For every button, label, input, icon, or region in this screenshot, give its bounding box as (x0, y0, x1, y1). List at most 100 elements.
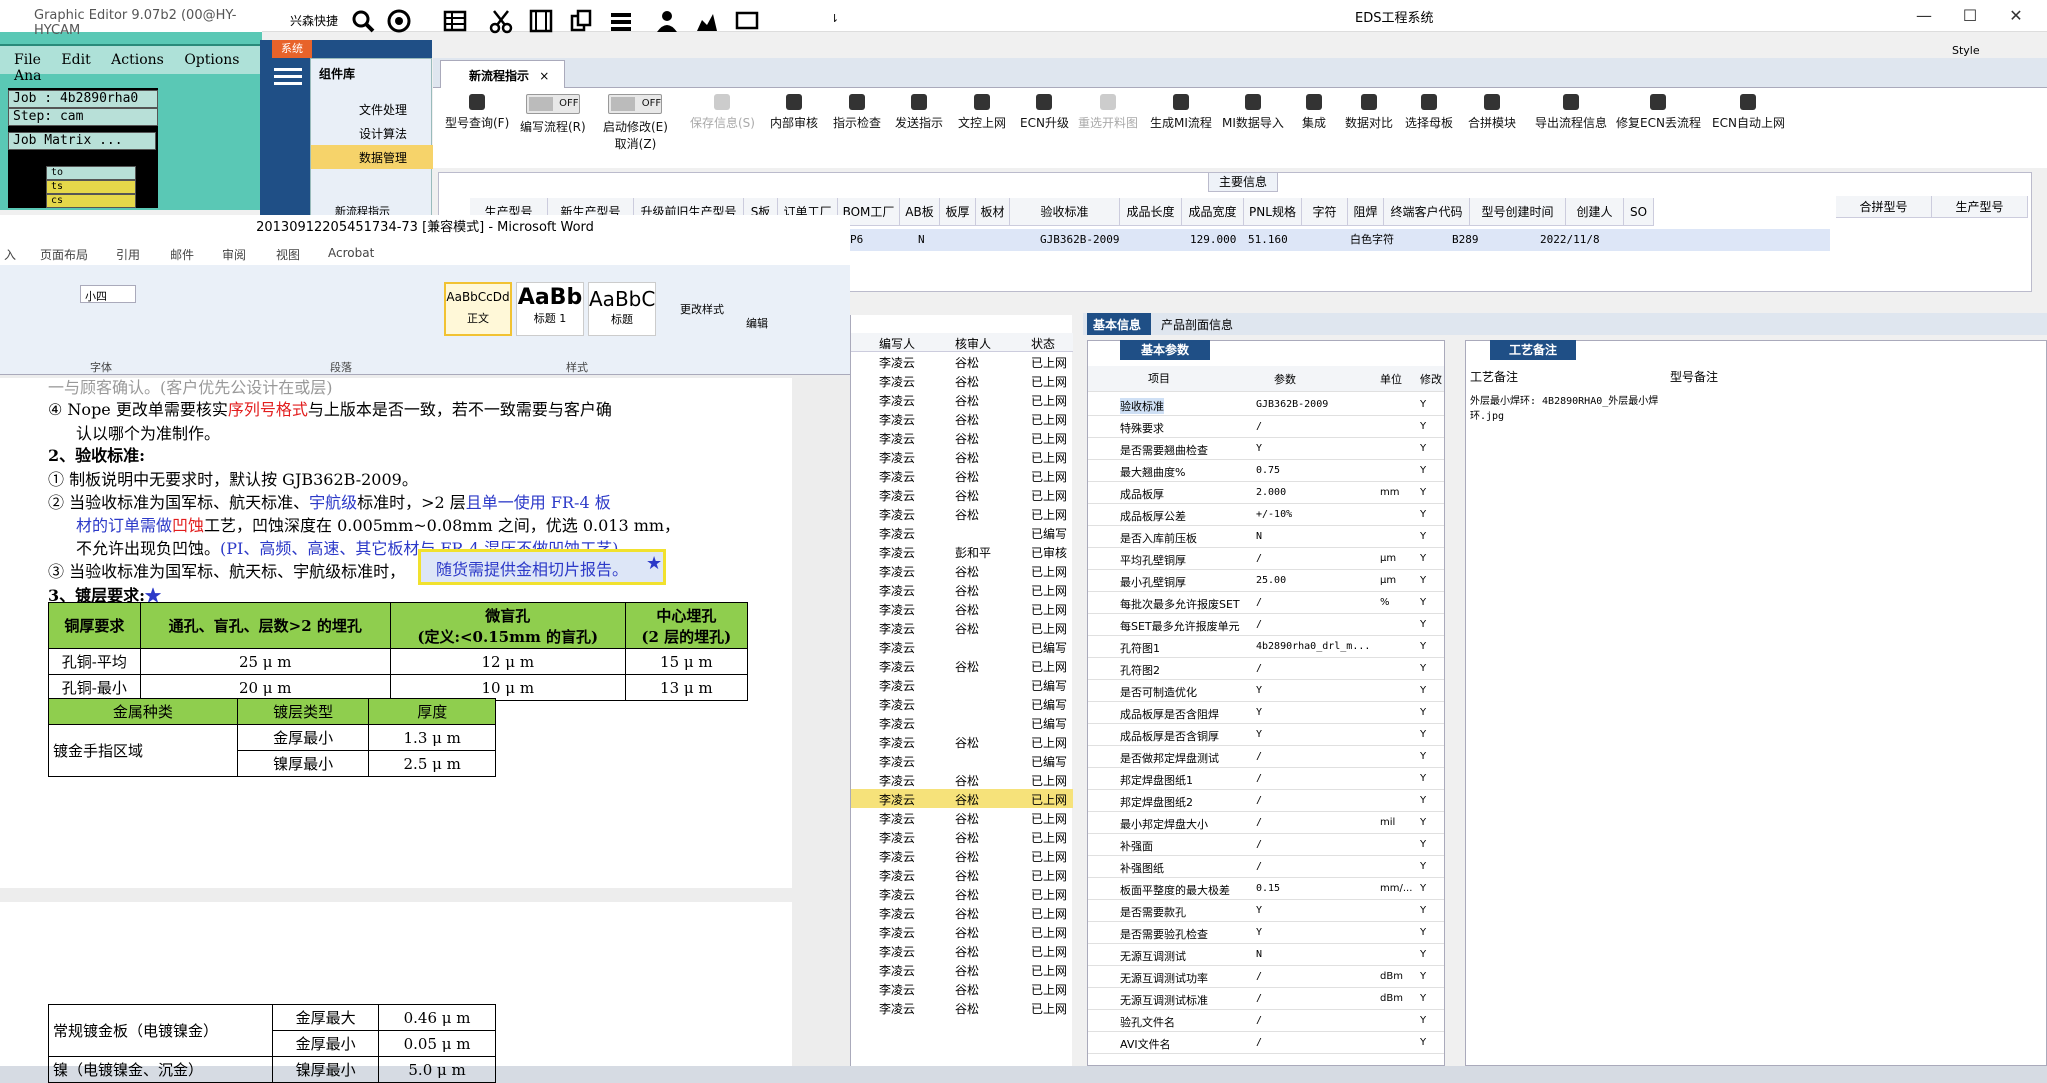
param-row[interactable]: 是否做邦定焊盘测试 / Y (1088, 746, 1444, 768)
param-row[interactable]: 是否需要翘曲检查 Y Y (1088, 438, 1444, 460)
target-icon[interactable] (386, 8, 412, 34)
ribbon-button[interactable]: 生成MI流程 (1150, 94, 1212, 131)
param-row[interactable]: 每批次最多允许报废SET /% Y (1088, 592, 1444, 614)
copy-icon[interactable] (568, 8, 594, 34)
menu-icon[interactable] (274, 66, 302, 86)
ribbon-button[interactable]: OFF 编写流程(R) (520, 94, 586, 135)
tab-basic-info[interactable]: 基本信息 (1087, 313, 1151, 335)
table-row[interactable]: 李凌云 谷松 已上网 (851, 618, 1073, 637)
word-tab-references[interactable]: 引用 (116, 246, 140, 263)
ribbon-button[interactable]: ECN升级 (1020, 94, 1069, 131)
style-label[interactable]: Style (1952, 44, 1980, 57)
param-row[interactable]: 最小孔壁铜厚 25.00 μm Y (1088, 570, 1444, 592)
ge-layer[interactable]: to (46, 166, 136, 180)
sidebar-item-design-algorithm[interactable]: 设计算法 (311, 121, 433, 145)
ge-job-matrix[interactable]: Job Matrix ... (8, 132, 156, 150)
param-row[interactable]: 板面平整度的最大极差 0.15 mm/... Y (1088, 878, 1444, 900)
system-tab[interactable]: 系统 (272, 40, 312, 58)
table-row[interactable]: 李凌云 谷松 已上网 (851, 808, 1073, 827)
toggle-switch[interactable]: OFF (608, 94, 663, 114)
column-header[interactable]: AB板 (900, 198, 940, 226)
ge-layer[interactable]: cs (46, 194, 136, 208)
param-row[interactable]: 无源互调测试标准 / dBm Y (1088, 988, 1444, 1010)
close-button[interactable]: ✕ (1996, 4, 2036, 28)
style-heading1[interactable]: AaBb 标题 1 (516, 282, 584, 336)
list-icon[interactable] (608, 8, 634, 34)
table-row[interactable]: 李凌云 谷松 已上网 (851, 390, 1073, 409)
change-style-button[interactable]: 更改样式 (680, 301, 724, 317)
ge-menu-edit[interactable]: Edit (61, 52, 90, 68)
ribbon-button[interactable]: 合拼模块 (1468, 94, 1516, 131)
ribbon-button[interactable]: 选择母板 (1405, 94, 1453, 131)
ribbon-button[interactable]: 修复ECN丢流程 (1616, 94, 1701, 131)
ribbon-button[interactable]: 型号查询(F) (445, 94, 509, 131)
table-row[interactable]: 李凌云 谷松 已上网 (851, 865, 1073, 884)
selected-row[interactable] (848, 229, 1830, 251)
param-row[interactable]: 验孔文件名 / Y (1088, 1010, 1444, 1032)
table-row[interactable]: 李凌云 已编写 (851, 713, 1073, 732)
ribbon-button[interactable]: 导出流程信息 (1535, 94, 1607, 131)
table-row[interactable]: 李凌云 谷松 已上网 (851, 656, 1073, 675)
param-row[interactable]: 邦定焊盘图纸2/Y (1088, 790, 1444, 812)
column-header[interactable]: 成品宽度 (1182, 198, 1244, 226)
param-row[interactable]: AVI文件名 / Y (1088, 1032, 1444, 1054)
param-row[interactable]: 成品板厚是否含铜厚 Y Y (1088, 724, 1444, 746)
table-row[interactable]: 李凌云 谷松 已上网 (851, 941, 1073, 960)
param-row[interactable]: 邦定焊盘图纸1/Y (1088, 768, 1444, 790)
table-row[interactable]: 李凌云 谷松 已上网 (851, 599, 1073, 618)
param-row[interactable]: 成品板厚 2.000 mm Y (1088, 482, 1444, 504)
table-row[interactable]: 李凌云 谷松 已上网 (851, 371, 1073, 390)
overflow-icon[interactable]: ⇂ (830, 12, 839, 25)
param-row[interactable]: 特殊要求 / Y (1088, 416, 1444, 438)
table-row[interactable]: 李凌云 谷松 已上网 (851, 884, 1073, 903)
maximize-button[interactable]: ☐ (1950, 4, 1990, 28)
table-row[interactable]: 李凌云 谷松 已上网 (851, 561, 1073, 580)
font-size-select[interactable]: 小四 (80, 285, 136, 303)
ribbon-button[interactable]: 保存信息(S) (690, 94, 755, 131)
column-header[interactable]: 成品长度 (1120, 198, 1182, 226)
tab-profile-info[interactable]: 产品剖面信息 (1161, 316, 1233, 333)
proc-note[interactable]: 外层最小焊环: 4B2890RHA0_外层最小焊环.jpg (1470, 392, 1660, 422)
table-row[interactable]: 李凌云 谷松 已上网 (851, 770, 1073, 789)
word-tab-layout[interactable]: 页面布局 (40, 246, 88, 263)
word-tab-view[interactable]: 视图 (276, 246, 300, 263)
ribbon-button[interactable]: ECN自动上网 (1712, 94, 1785, 131)
table-row[interactable]: 李凌云 谷松 已上网 (851, 732, 1073, 751)
style-normal[interactable]: AaBbCcDd 正文 (444, 282, 512, 336)
ribbon-button[interactable]: 文控上网 (958, 94, 1006, 131)
param-row[interactable]: 是否可制造优化 Y Y (1088, 680, 1444, 702)
column-header[interactable]: SO (1624, 198, 1654, 226)
table-row[interactable]: 李凌云 谷松 已上网 (851, 504, 1073, 523)
param-row[interactable]: 孔符图1 4b2890rha0_drl_m... Y (1088, 636, 1444, 658)
param-row[interactable]: 孔符图2/Y (1088, 658, 1444, 680)
ribbon-button[interactable]: 发送指示 (895, 94, 943, 131)
minimize-button[interactable]: — (1904, 4, 1944, 28)
table-row[interactable]: 李凌云 谷松 已上网 (851, 428, 1073, 447)
table-row[interactable]: 李凌云 谷松 已上网 (851, 960, 1073, 979)
search-icon[interactable] (350, 8, 376, 34)
param-row[interactable]: 成品板厚公差 +/-10% Y (1088, 504, 1444, 526)
table-row[interactable]: 李凌云 谷松 已上网 (851, 846, 1073, 865)
column-header[interactable]: 创建人 (1566, 198, 1624, 226)
tab-new-flow[interactable]: 新流程指示 × (440, 60, 565, 88)
toggle-switch[interactable]: OFF (525, 94, 580, 114)
param-row[interactable]: 最小邦定焊盘大小 / mil Y (1088, 812, 1444, 834)
sidebar-item-data-management[interactable]: 数据管理 (311, 145, 433, 169)
table-row[interactable]: 李凌云 谷松 已上网 (851, 922, 1073, 941)
param-row[interactable]: 成品板厚是否含阻焊 Y Y (1088, 702, 1444, 724)
style-title[interactable]: AaBbC 标题 (588, 282, 656, 336)
table-row[interactable]: 李凌云 谷松 已上网 (851, 352, 1073, 371)
ribbon-button[interactable]: 集成 (1302, 94, 1326, 131)
table-row[interactable]: 李凌云 已编写 (851, 675, 1073, 694)
column-header[interactable]: 验收标准 (1010, 198, 1120, 226)
table-row[interactable]: 李凌云 谷松 已上网 (851, 466, 1073, 485)
grid-icon[interactable] (442, 8, 468, 34)
ge-menu-file[interactable]: File (14, 52, 41, 68)
table-row[interactable]: 李凌云 谷松 已上网 (851, 580, 1073, 599)
param-row[interactable]: 验收标准 GJB362B-2009 Y (1088, 394, 1444, 416)
ribbon-button[interactable]: MI数据导入 (1222, 94, 1284, 131)
param-row[interactable]: 补强面 / Y (1088, 834, 1444, 856)
param-row[interactable]: 每SET最多允许报废单元 / Y (1088, 614, 1444, 636)
column-header[interactable]: PNL规格 (1244, 198, 1302, 226)
table-row[interactable]: 李凌云 谷松 已上网 (851, 903, 1073, 922)
